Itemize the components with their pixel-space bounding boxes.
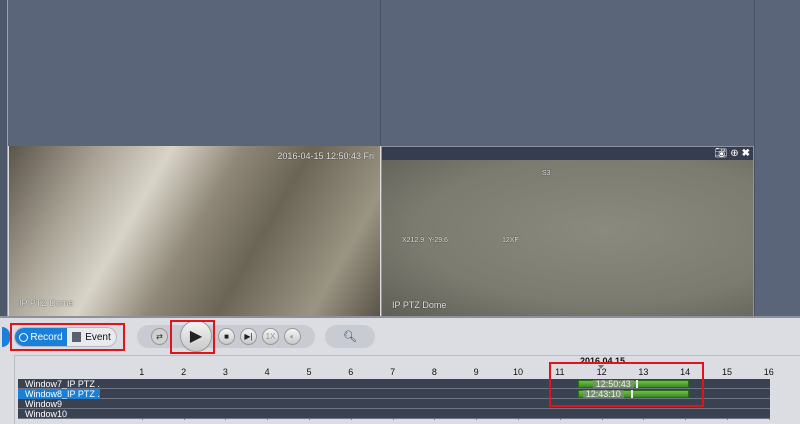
stop-button[interactable]: ■ bbox=[218, 328, 235, 345]
row-label[interactable]: Window10 bbox=[18, 409, 100, 419]
highlight-box bbox=[170, 320, 215, 354]
empty-cell bbox=[755, 146, 800, 316]
row-label[interactable]: Window9 bbox=[18, 399, 100, 409]
highlight-box bbox=[549, 362, 704, 407]
hour-tick-label: 6 bbox=[348, 367, 354, 377]
osd-preset: S3 bbox=[542, 170, 551, 177]
video-panel-1[interactable]: 2016-04-15 12:50:43 Fri IP PTZ Dome bbox=[9, 146, 380, 316]
panel-toolbar: 📷︎ ⊕ ✖ bbox=[382, 147, 753, 160]
video-grid-top bbox=[0, 0, 800, 146]
hour-tick-label: 7 bbox=[390, 367, 396, 377]
search-icon: 🔍︎ bbox=[343, 331, 357, 343]
osd-zoom: 12XF bbox=[502, 237, 519, 244]
row-label[interactable]: Window7_IP PTZ ... bbox=[18, 379, 100, 389]
hour-tick-label: 1 bbox=[139, 367, 145, 377]
hour-tick-label: 9 bbox=[473, 367, 479, 377]
record-tab[interactable]: Record bbox=[15, 328, 67, 346]
hour-tick-label: 8 bbox=[431, 367, 437, 377]
hour-tick-label: 10 bbox=[512, 367, 523, 377]
sync-play-icon[interactable]: ⇄ bbox=[151, 328, 168, 345]
event-tab[interactable]: Event bbox=[67, 328, 116, 346]
video-panel-2[interactable]: 📷︎ ⊕ ✖ S3 X212.9 Y-29.6 12XF IP PTZ Dome bbox=[381, 146, 754, 316]
hour-tick-label: 4 bbox=[264, 367, 270, 377]
camera-icon[interactable]: 📷︎ bbox=[715, 148, 728, 159]
clock-icon bbox=[19, 332, 29, 342]
row-label[interactable]: Window8_IP PTZ ... bbox=[18, 389, 100, 399]
divider bbox=[380, 0, 381, 146]
record-label: Record bbox=[30, 331, 63, 343]
timeline-zoom-button[interactable]: 🔍︎ bbox=[325, 325, 375, 348]
mute-button[interactable]: 🔈︎ bbox=[284, 328, 301, 345]
speaker-mute-icon: 🔈︎ bbox=[290, 331, 295, 341]
event-label: Event bbox=[85, 331, 111, 343]
video-feed: S3 X212.9 Y-29.6 12XF IP PTZ Dome bbox=[382, 160, 753, 316]
next-frame-button[interactable]: ▶| bbox=[240, 328, 257, 345]
hour-tick-label: 16 bbox=[763, 367, 774, 377]
speed-label: 1X bbox=[265, 332, 276, 341]
hour-tick-label: 3 bbox=[222, 367, 228, 377]
hour-tick-label: 15 bbox=[721, 367, 732, 377]
hour-tick-label: 5 bbox=[306, 367, 312, 377]
stop-icon: ■ bbox=[224, 332, 229, 341]
side-tab[interactable] bbox=[2, 327, 10, 347]
speed-button[interactable]: 1X bbox=[262, 328, 279, 345]
zoom-in-icon[interactable]: ⊕ bbox=[730, 148, 738, 159]
camera-name: IP PTZ Dome bbox=[392, 300, 447, 310]
mode-toggle: Record Event bbox=[14, 327, 117, 347]
video-timestamp: 2016-04-15 12:50:43 Fri bbox=[277, 151, 374, 161]
hour-tick-label: 2 bbox=[181, 367, 187, 377]
divider bbox=[0, 316, 800, 318]
osd-coordinates: X212.9 Y-29.6 bbox=[402, 237, 448, 244]
timeline-row[interactable]: Window10 bbox=[18, 409, 770, 419]
left-strip bbox=[0, 0, 8, 316]
camera-name: IP PTZ Dome bbox=[19, 298, 74, 308]
next-frame-icon: ▶| bbox=[244, 332, 253, 341]
event-icon bbox=[72, 332, 82, 342]
close-icon[interactable]: ✖ bbox=[742, 148, 750, 159]
